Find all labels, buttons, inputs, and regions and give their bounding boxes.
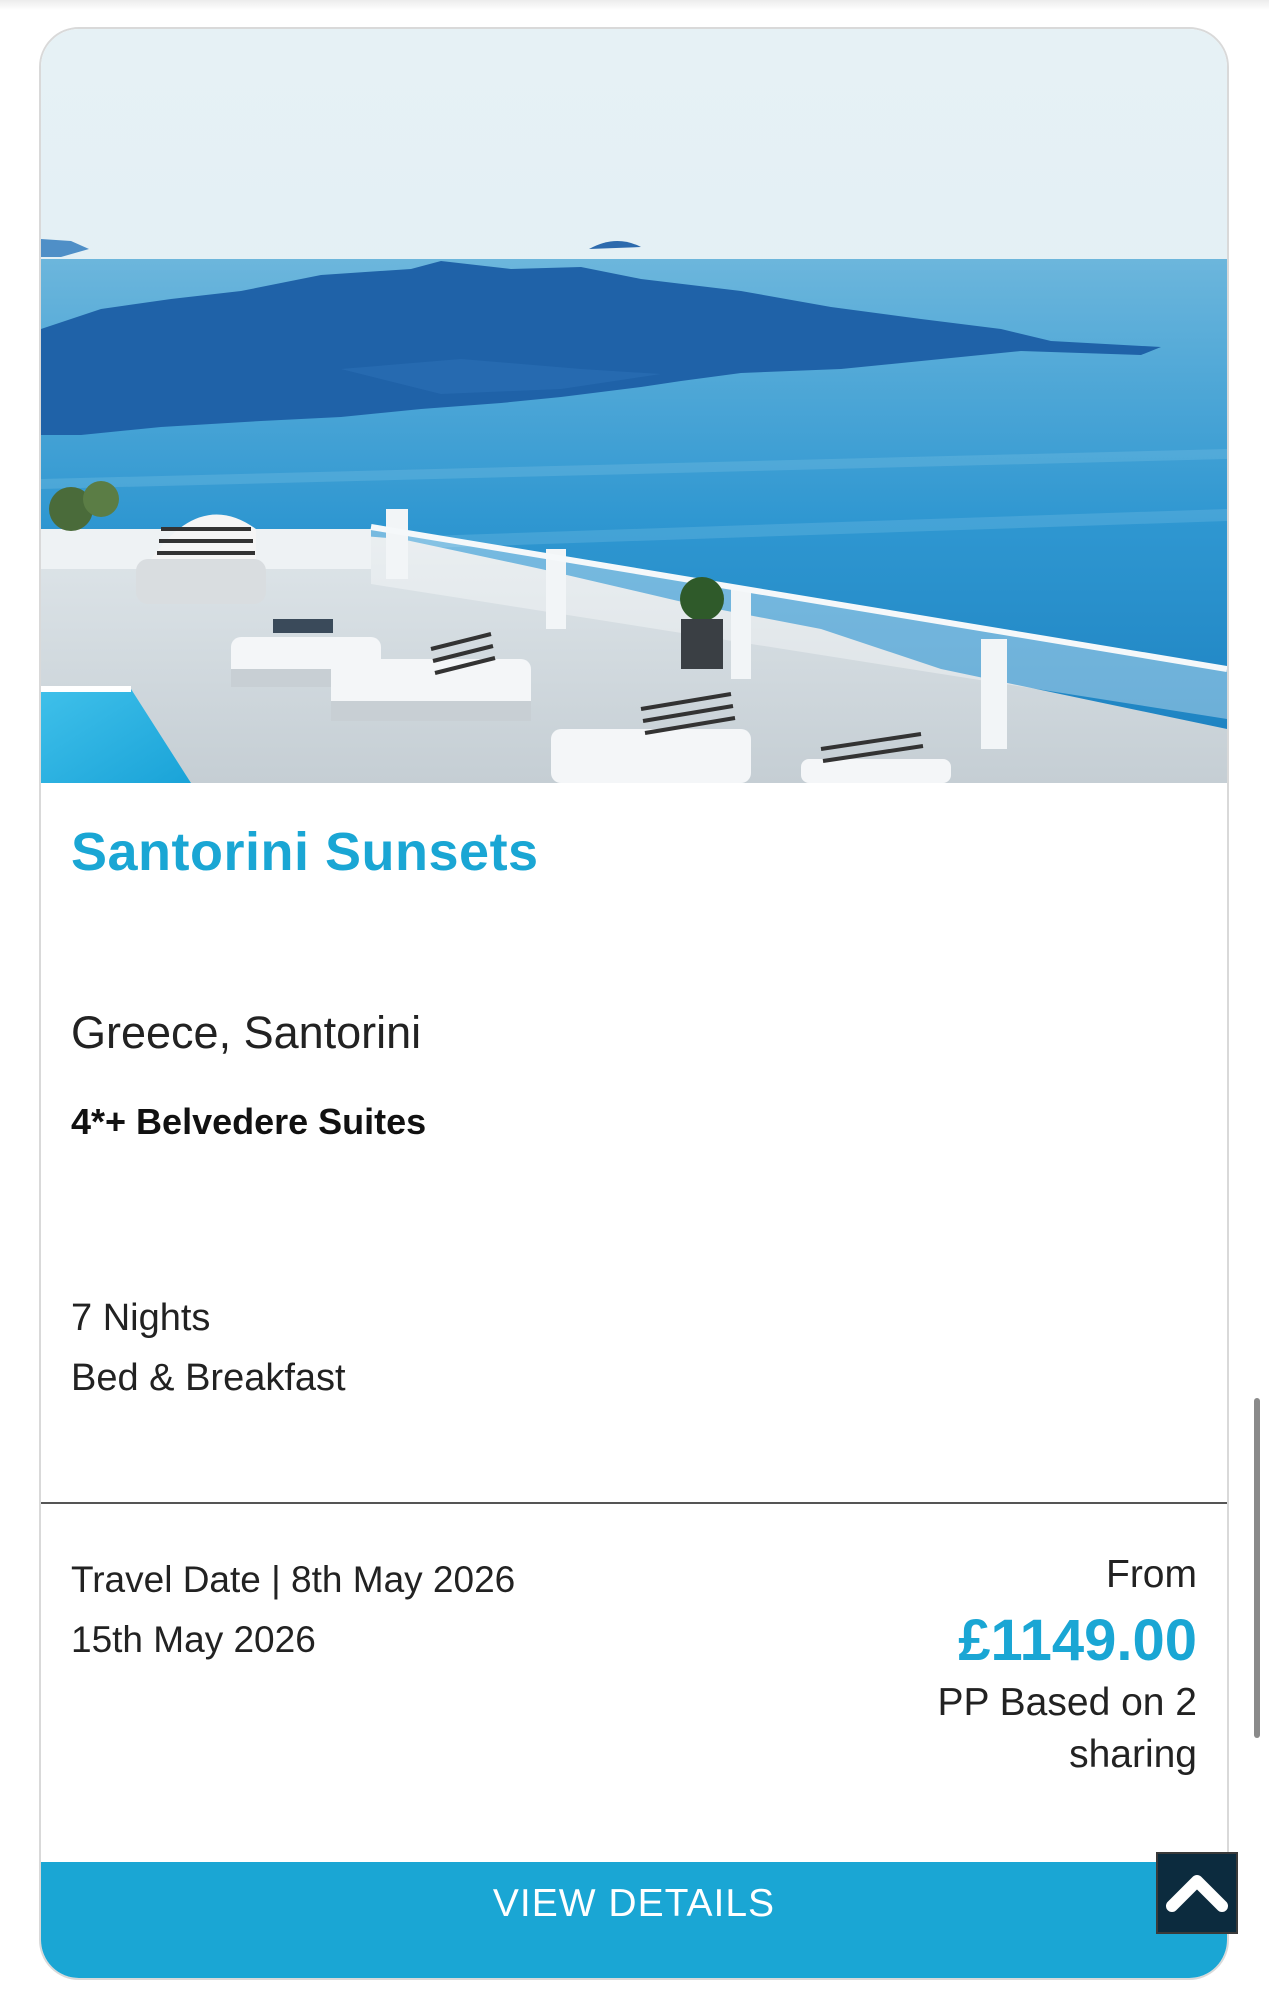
- holiday-title[interactable]: Santorini Sunsets: [71, 821, 539, 883]
- view-details-button[interactable]: VIEW DETAILS: [41, 1862, 1227, 1978]
- bottom-strip: [0, 1980, 1269, 2000]
- holiday-card: Santorini Sunsets Greece, Santorini 4*+ …: [39, 27, 1229, 1980]
- hero-image[interactable]: [41, 29, 1227, 783]
- scrollbar[interactable]: [1254, 1398, 1260, 1738]
- chevron-up-icon: [1166, 1875, 1228, 1912]
- travel-date: Travel Date | 8th May 2026: [71, 1559, 516, 1600]
- price-prefix: From: [1106, 1553, 1197, 1596]
- hero-illustration: [41, 29, 1227, 783]
- board-basis: Bed & Breakfast: [71, 1357, 346, 1399]
- hotel-name: 4*+ Belvedere Suites: [71, 1101, 427, 1142]
- destination-location: Greece, Santorini: [71, 1007, 422, 1058]
- duration: 7 Nights: [71, 1297, 211, 1339]
- return-date: 15th May 2026: [71, 1619, 316, 1660]
- price: £1149.00: [958, 1608, 1197, 1673]
- back-to-top-button[interactable]: [1156, 1852, 1238, 1934]
- divider: [41, 1502, 1227, 1504]
- top-shadow: [0, 0, 1269, 10]
- price-note: PP Based on 2 sharing: [937, 1681, 1197, 1776]
- page: Santorini Sunsets Greece, Santorini 4*+ …: [0, 0, 1269, 2000]
